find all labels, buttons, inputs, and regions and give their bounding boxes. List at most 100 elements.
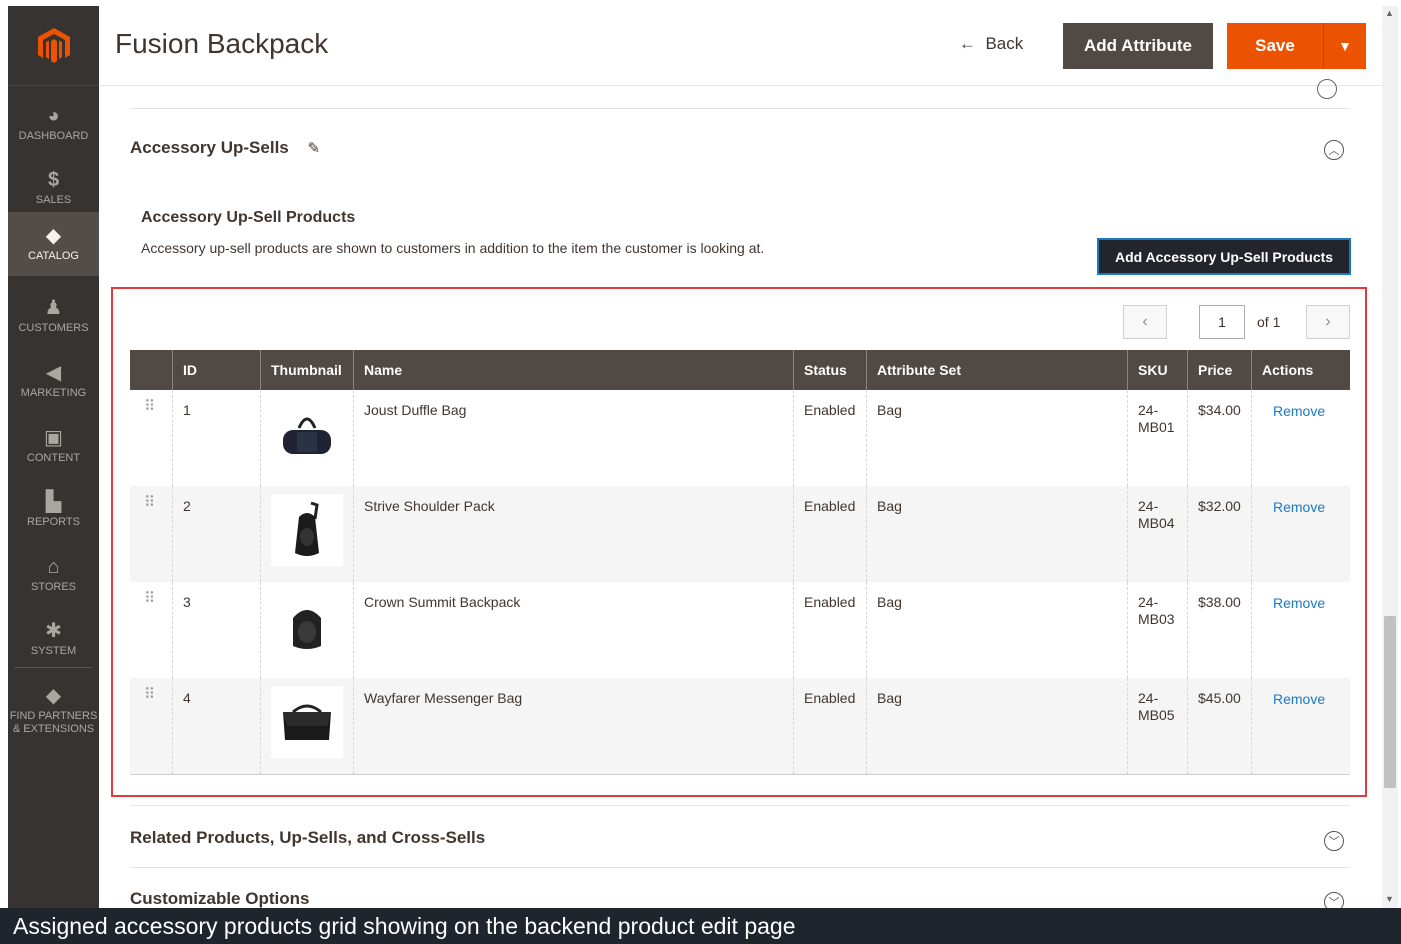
- sidebar-item-label: CONTENT: [26, 452, 81, 464]
- product-thumbnail: [271, 686, 343, 758]
- sidebar-divider: [14, 667, 93, 668]
- bar-chart-icon: ▙: [45, 491, 62, 513]
- pager-prev-button[interactable]: ‹: [1123, 305, 1167, 339]
- admin-window: ◕ DASHBOARD $ SALES ◆ CATALOG ♟ CUSTOMER…: [8, 6, 1398, 908]
- add-accessory-upsell-button[interactable]: Add Accessory Up-Sell Products: [1097, 238, 1351, 275]
- page-header: Fusion Backpack ← Back Add Attribute Sav…: [99, 6, 1382, 86]
- pager-page-input[interactable]: 1: [1199, 305, 1245, 339]
- sku-part: MB05: [1138, 707, 1175, 723]
- cube-icon: ◆: [45, 225, 62, 247]
- cell-id: 3: [172, 582, 260, 678]
- column-header-sku[interactable]: SKU: [1127, 350, 1187, 390]
- remove-link[interactable]: Remove: [1273, 691, 1325, 707]
- scrollbar-thumb[interactable]: [1384, 616, 1396, 788]
- cell-status: Enabled: [793, 582, 866, 678]
- cell-name: Crown Summit Backpack: [353, 582, 793, 678]
- sidebar-item-label: STORES: [30, 581, 77, 593]
- cell-name: Wayfarer Messenger Bag: [353, 678, 793, 774]
- remove-link[interactable]: Remove: [1273, 403, 1325, 419]
- drag-handle-icon[interactable]: ⠿: [130, 390, 172, 486]
- cell-actions: Remove: [1251, 678, 1350, 774]
- column-header-thumbnail[interactable]: Thumbnail: [260, 350, 353, 390]
- chevron-left-icon: ‹: [1142, 313, 1148, 330]
- admin-sidebar: ◕ DASHBOARD $ SALES ◆ CATALOG ♟ CUSTOMER…: [8, 6, 99, 908]
- sidebar-item-system[interactable]: ✱ SYSTEM: [8, 607, 99, 671]
- accessory-upsell-products-heading: Accessory Up-Sell Products: [141, 209, 356, 226]
- scroll-up-arrow-icon[interactable]: ▲: [1385, 8, 1394, 18]
- back-label: Back: [985, 34, 1024, 53]
- remove-link[interactable]: Remove: [1273, 499, 1325, 515]
- table-row: ⠿ 3 Crown Summit Backpack Enabled Bag 24…: [130, 582, 1350, 678]
- chevron-right-icon: ›: [1325, 313, 1331, 330]
- shoulder-pack-icon: [295, 501, 319, 556]
- chevron-down-icon[interactable]: ﹀: [1324, 831, 1344, 851]
- store-icon: ⌂: [47, 556, 60, 578]
- cell-price: $38.00: [1187, 582, 1251, 678]
- cell-thumbnail: [260, 678, 353, 774]
- drag-handle-icon[interactable]: ⠿: [130, 678, 172, 774]
- cell-price: $45.00: [1187, 678, 1251, 774]
- sidebar-item-reports[interactable]: ▙ REPORTS: [8, 478, 99, 542]
- remove-link[interactable]: Remove: [1273, 595, 1325, 611]
- cell-actions: Remove: [1251, 486, 1350, 582]
- sidebar-item-catalog[interactable]: ◆ CATALOG: [8, 212, 99, 276]
- cell-status: Enabled: [793, 390, 866, 486]
- sidebar-item-label: CUSTOMERS: [18, 322, 89, 334]
- cell-attribute-set: Bag: [866, 678, 1127, 774]
- drag-handle-icon[interactable]: ⠿: [130, 486, 172, 582]
- cell-status: Enabled: [793, 678, 866, 774]
- cell-attribute-set: Bag: [866, 582, 1127, 678]
- layout-icon: ▣: [44, 427, 63, 449]
- grid-bottom-border: [130, 774, 1350, 775]
- save-options-button[interactable]: ▼: [1323, 23, 1366, 69]
- cell-thumbnail: [260, 486, 353, 582]
- related-products-section-title[interactable]: Related Products, Up-Sells, and Cross-Se…: [130, 828, 485, 848]
- cell-price: $32.00: [1187, 486, 1251, 582]
- caret-down-icon: ▼: [1338, 38, 1352, 54]
- magento-logo[interactable]: [8, 6, 99, 86]
- arrow-left-icon: ←: [959, 34, 976, 53]
- cell-attribute-set: Bag: [866, 486, 1127, 582]
- scroll-down-arrow-icon[interactable]: ▼: [1385, 894, 1394, 904]
- cell-attribute-set: Bag: [866, 390, 1127, 486]
- sidebar-item-customers[interactable]: ♟ CUSTOMERS: [8, 284, 99, 348]
- megaphone-icon: ◀: [45, 362, 62, 384]
- cell-price: $34.00: [1187, 390, 1251, 486]
- chevron-down-icon[interactable]: ﹀: [1324, 892, 1344, 908]
- sidebar-item-label: MARKETING: [20, 387, 87, 399]
- cell-id: 1: [172, 390, 260, 486]
- drag-handle-icon[interactable]: ⠿: [130, 582, 172, 678]
- gear-icon: ✱: [45, 620, 62, 642]
- sidebar-item-marketing[interactable]: ◀ MARKETING: [8, 349, 99, 413]
- cell-thumbnail: [260, 390, 353, 486]
- chevron-up-icon[interactable]: ︿: [1324, 140, 1344, 160]
- sidebar-item-content[interactable]: ▣ CONTENT: [8, 414, 99, 478]
- add-attribute-button[interactable]: Add Attribute: [1063, 23, 1213, 69]
- chevron-down-icon[interactable]: [1317, 79, 1337, 99]
- column-header-id[interactable]: ID: [172, 350, 260, 390]
- sidebar-item-sales[interactable]: $ SALES: [8, 156, 99, 220]
- sidebar-item-find-partners[interactable]: ◆ FIND PARTNERS & EXTENSIONS: [8, 674, 99, 746]
- back-button[interactable]: ← Back: [959, 34, 1023, 54]
- person-icon: ♟: [44, 297, 63, 319]
- page-title: Fusion Backpack: [115, 28, 329, 59]
- column-header-actions: Actions: [1251, 350, 1350, 390]
- customizable-options-section-title[interactable]: Customizable Options: [130, 889, 309, 908]
- accessory-upsells-title[interactable]: Accessory Up-Sells ✎: [130, 138, 320, 158]
- messenger-bag-icon: [283, 704, 331, 740]
- save-button[interactable]: Save: [1227, 23, 1323, 69]
- sidebar-item-stores[interactable]: ⌂ STORES: [8, 543, 99, 607]
- pager-next-button[interactable]: ›: [1306, 305, 1350, 339]
- pencil-icon[interactable]: ✎: [307, 140, 320, 157]
- table-row: ⠿ 4 Wayfarer Messenger Bag Enabled Bag 2…: [130, 678, 1350, 774]
- column-header-price[interactable]: Price: [1187, 350, 1251, 390]
- column-header-attribute-set[interactable]: Attribute Set: [866, 350, 1127, 390]
- cell-id: 4: [172, 678, 260, 774]
- sku-part: 24-: [1138, 402, 1159, 418]
- section-title-text: Accessory Up-Sells: [130, 138, 289, 157]
- column-header-status[interactable]: Status: [793, 350, 866, 390]
- sidebar-item-dashboard[interactable]: ◕ DASHBOARD: [8, 92, 99, 156]
- cell-id: 2: [172, 486, 260, 582]
- column-header-name[interactable]: Name: [353, 350, 793, 390]
- accessory-upsell-description: Accessory up-sell products are shown to …: [141, 240, 765, 256]
